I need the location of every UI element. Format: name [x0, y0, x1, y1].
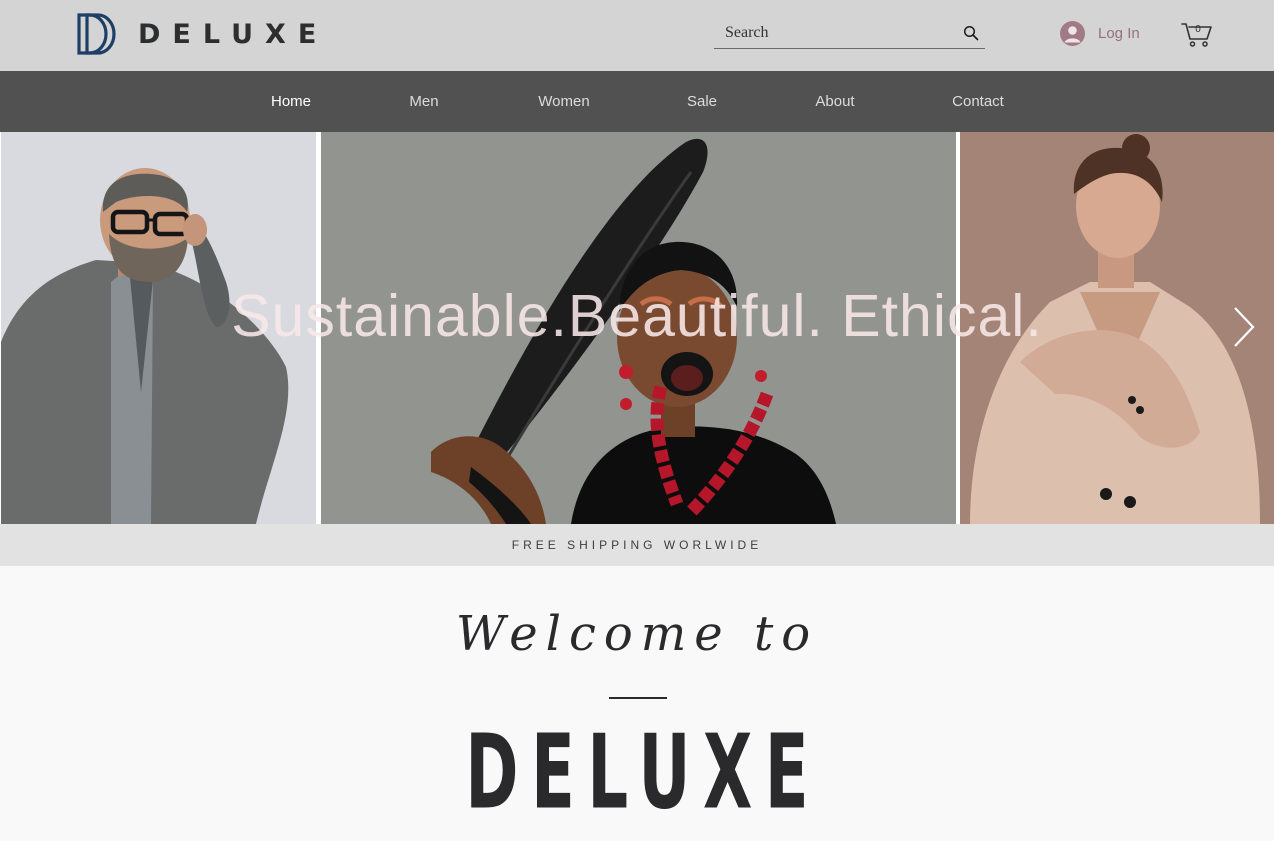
nav-item-contact[interactable]: Contact [952, 71, 1004, 132]
shipping-banner: FREE SHIPPING WORLWIDE [0, 524, 1274, 566]
brand-name: DELUXE [138, 18, 329, 50]
brand-display-title: DELUXE [465, 725, 808, 825]
dd-monogram-icon [77, 13, 116, 55]
login-button[interactable]: Log In [1060, 20, 1140, 47]
cart-button[interactable]: 0 [1181, 20, 1213, 48]
hero-headline: Sustainable.Beautiful. Ethical. [231, 283, 1043, 349]
hero-slideshow: Sustainable.Beautiful. Ethical. [0, 132, 1274, 524]
nav-item-women[interactable]: Women [538, 71, 589, 132]
brand-display-text: DELUXE [465, 725, 808, 825]
site-logo[interactable]: DELUXE [76, 12, 328, 56]
nav-item-sale[interactable]: Sale [687, 71, 717, 132]
section-divider [609, 697, 667, 699]
main-navigation: Home Men Women Sale About Contact [0, 71, 1274, 132]
site-header: DELUXE Log In 0 [0, 0, 1274, 71]
nav-item-men[interactable]: Men [409, 71, 438, 132]
search-input[interactable] [714, 19, 955, 47]
cart-count: 0 [1195, 24, 1201, 35]
nav-item-about[interactable]: About [815, 71, 854, 132]
login-label: Log In [1098, 25, 1140, 42]
nav-item-home[interactable]: Home [271, 71, 311, 132]
search-box [714, 19, 985, 49]
welcome-heading: Welcome to [455, 606, 819, 662]
user-avatar-icon [1060, 21, 1085, 46]
search-icon[interactable] [963, 25, 979, 41]
chevron-right-icon[interactable] [1228, 305, 1258, 349]
